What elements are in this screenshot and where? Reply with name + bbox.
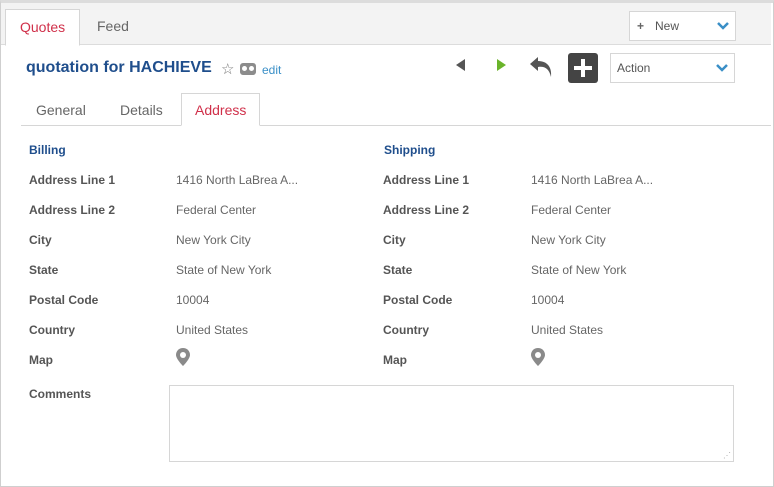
billing-heading: Billing (29, 143, 66, 157)
tab-feed[interactable]: Feed (83, 9, 143, 46)
billing-state-value: State of New York (176, 263, 272, 277)
billing-country-value: United States (176, 323, 249, 337)
billing-postal-code-value: 10004 (176, 293, 210, 307)
chevron-down-icon (716, 54, 728, 92)
shipping-heading: Shipping (384, 143, 436, 157)
shipping-state-label: State (383, 263, 413, 277)
top-tab-bar: Quotes Feed + New (1, 3, 771, 46)
edit-link[interactable]: edit (262, 63, 281, 77)
follow-icon[interactable] (240, 63, 256, 75)
comments-label: Comments (29, 387, 92, 401)
new-dropdown-label: New (655, 19, 680, 33)
comments-textarea[interactable]: ⋰ (169, 385, 734, 462)
shipping-postal-code-label: Postal Code (383, 293, 453, 307)
billing-postal-code-label: Postal Code (29, 293, 99, 307)
billing-state-label: State (29, 263, 59, 277)
billing-address-line-1-value: 1416 North LaBrea A... (176, 173, 299, 187)
favorite-star-icon[interactable]: ☆ (221, 60, 234, 78)
action-dropdown[interactable]: Action (610, 53, 735, 83)
resize-grip-icon[interactable]: ⋰ (723, 451, 731, 460)
shipping-address-line-2-label: Address Line 2 (383, 203, 470, 217)
shipping-address-line-1-label: Address Line 1 (383, 173, 470, 187)
new-dropdown[interactable]: + New (629, 11, 736, 41)
add-button[interactable] (568, 53, 598, 83)
shipping-country-label: Country (383, 323, 429, 337)
shipping-city-value: New York City (531, 233, 606, 247)
billing-city-label: City (29, 233, 52, 247)
billing-address-line-2-label: Address Line 2 (29, 203, 116, 217)
tab-details[interactable]: Details (120, 93, 163, 126)
map-pin-icon[interactable] (176, 348, 190, 366)
map-pin-icon[interactable] (531, 348, 545, 366)
next-record-icon[interactable] (497, 59, 506, 71)
shipping-city-label: City (383, 233, 406, 247)
plus-icon: + (637, 19, 645, 33)
action-dropdown-label: Action (617, 61, 651, 75)
billing-country-label: Country (29, 323, 75, 337)
billing-address-line-2-value: Federal Center (176, 203, 257, 217)
tab-quotes[interactable]: Quotes (5, 9, 81, 46)
shipping-postal-code-value: 10004 (531, 293, 565, 307)
billing-address-line-1-label: Address Line 1 (29, 173, 116, 187)
shipping-state-value: State of New York (531, 263, 627, 277)
shipping-address-line-1-value: 1416 North LaBrea A... (531, 173, 654, 187)
chevron-down-icon (717, 12, 729, 50)
billing-map-label: Map (29, 353, 53, 367)
previous-record-icon[interactable] (456, 59, 465, 71)
tab-address[interactable]: Address (181, 93, 261, 126)
billing-city-value: New York City (176, 233, 251, 247)
shipping-address-line-2-value: Federal Center (531, 203, 612, 217)
undo-icon[interactable] (528, 54, 556, 80)
shipping-country-value: United States (531, 323, 604, 337)
tab-general[interactable]: General (36, 93, 86, 126)
shipping-map-label: Map (383, 353, 407, 367)
record-title: quotation for HACHIEVE (26, 59, 212, 76)
